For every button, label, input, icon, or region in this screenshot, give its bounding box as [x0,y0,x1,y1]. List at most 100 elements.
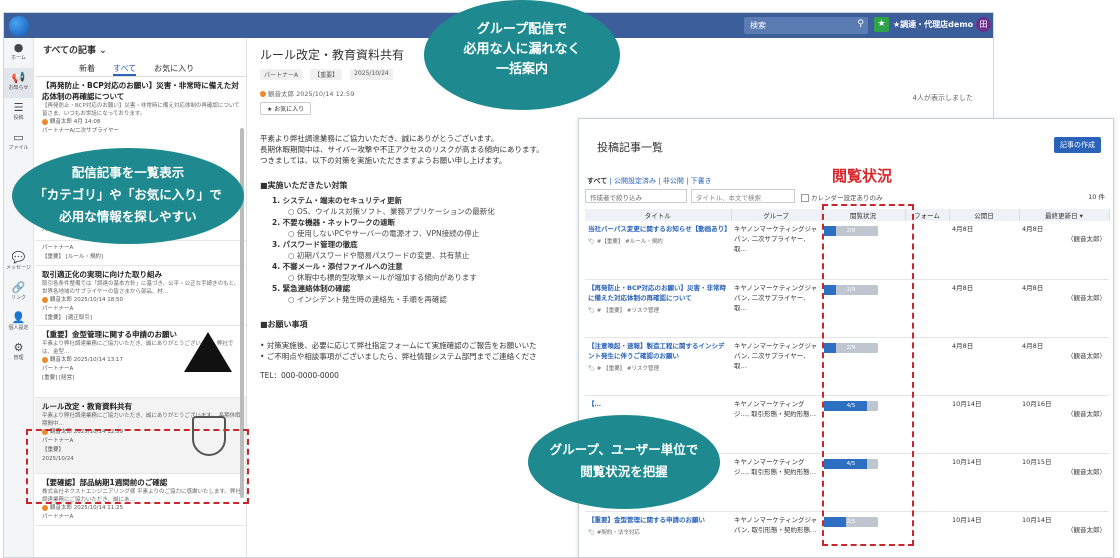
sidebar-label: リンク [10,295,26,301]
bubble-list-display: 配信記事を一覧表示 「カテゴリ」や「お気に入り」で 必用な情報を探しやすい [12,148,244,244]
magnifier-icon[interactable]: ⚲ [857,19,864,29]
article-item-group: パートナーA/二次サプライヤー [42,128,119,134]
sidebar-item[interactable]: ▭ ファイル [4,128,33,158]
filter-private[interactable]: 非公開 [663,177,684,185]
highlight-selected-article [26,429,249,504]
highlight-view-status [822,204,914,546]
article-item-author: 観音太郎 4月 14:08 [42,118,241,127]
article-item-tags: [重要] [経営] [42,375,75,381]
list-item[interactable]: 【重要】金型管理に関する申請のお願い 平素より弊社調達業務にご協力いただき、誠にあ… [35,326,246,398]
bubble-view-status: グループ、ユーザー単位で 閲覧状況を把握 [528,415,720,509]
article-item-excerpt: 【再発防止・BCP対応のお願い】災害・非常時に備え対応体制の再確認について 皆さ… [42,103,240,117]
sidebar-item[interactable]: 🔗 リンク [4,278,33,308]
article-item-author: 観音太郎 2025/10/14 18:50 [42,296,241,305]
post-title-cell[interactable]: 当社バーパス変更に関するお知らせ【動画あり】 🏷 #【重要】 #ルール・規約 [585,221,731,280]
sidebar-item[interactable]: 📢 お知らせ [4,68,33,98]
tab-all[interactable]: すべて [113,61,137,76]
favorite-button[interactable]: ★ お気に入り [260,102,312,115]
author-avatar-icon [42,118,48,125]
list-item[interactable]: パートナーA 【重要】 [ルール・規約] [35,241,246,266]
list-header[interactable]: すべての記事 ⌄ [35,38,246,61]
sidebar-icon: ● [13,41,24,54]
tab-new[interactable]: 新着 [79,61,95,76]
sidebar-icon: ☰ [13,101,24,114]
article-item-tags: 【重要】 [ルール・規約] [42,254,104,260]
app-logo-icon[interactable] [9,16,29,36]
date-chip: 2025/10/24 [350,69,393,80]
updated-date-cell: 10月15日 （観音太郎） [1019,453,1109,512]
group-cell: キヤノンマーケティングジャパン, 取引形態・契約形態… [731,511,821,557]
publish-date-cell: 10月14日 [949,511,1019,557]
sidebar-icon: 📢 [11,71,26,84]
post-title-cell[interactable]: 【再発防止・BCP対応のお願い】災害・非常時に備えた対応体制の再確認について 🏷 … [585,279,731,338]
create-article-button[interactable]: 記事の作成 [1054,137,1101,153]
article-item-excerpt: 取引各条件整備では「調達の基本方針」に基づき、公平・公正な手続きのもと、世界各地… [42,281,240,295]
group-cell: キヤノンマーケティングジ…, 取引形態・契約形態… [731,453,821,512]
sidebar-label: ホーム [11,55,26,61]
sidebar-icon: 💬 [11,251,26,264]
result-count: 10 件 [1088,193,1105,201]
view-status-annotation: 閲覧状況 [832,167,893,185]
author-avatar-icon [260,91,266,97]
sidebar-icon: ▭ [13,131,24,144]
article-item-group: パートナーA [42,514,74,520]
filter-published[interactable]: 公開設定済み [614,177,656,185]
sidebar-item[interactable]: ☰ 投稿 [4,98,33,128]
column-header[interactable]: 最終更新日 ▾ [1019,209,1110,221]
article-item-tags: 【重要】 [適正取引] [42,315,93,321]
sidebar-label: 投稿 [13,115,24,121]
sidebar-label: お知らせ [8,85,29,91]
author-avatar-icon [42,504,48,511]
viewer-count[interactable]: 4人が表示しました [913,93,973,103]
panel-title: 投稿記事一覧 [597,141,663,154]
column-header[interactable]: グループ [731,209,822,221]
warning-icon [184,332,232,372]
article-item-title: 取引適正化の実現に向けた取り組み [42,270,162,279]
sidebar-label: メッセージ [6,265,31,271]
updated-date-cell: 10月16日 （観音太郎） [1019,395,1109,454]
tag-chip[interactable]: 【重要】 [310,69,343,80]
updated-date-cell: 4月8日 （観音太郎） [1019,337,1109,396]
author-filter-select[interactable]: 作成者で絞り込み [585,189,687,203]
column-header[interactable]: タイトル [585,209,732,221]
avatar[interactable]: 田 [976,17,991,32]
list-item[interactable]: 取引適正化の実現に向けた取り組み取引各条件整備では「調達の基本方針」に基づき、公… [35,266,246,326]
sidebar-label: ファイル [8,145,29,151]
filter-draft[interactable]: 下書き [691,177,712,185]
updated-date-cell: 4月8日 （観音太郎） [1019,221,1109,280]
group-cell: キヤノンマーケティングジ…, 取引形態・契約形態… [731,395,821,454]
sidebar-item[interactable]: ⚙ 管理 [4,338,33,368]
tab-favorites[interactable]: お気に入り [154,61,194,76]
star-icon[interactable]: ★ [874,17,889,32]
status-filters: すべて | 公開設定済み | 非公開 | 下書き [587,177,712,185]
group-cell: キヤノンマーケティングジャパン, 二次サプライヤー, 取… [731,337,821,396]
publish-date-cell: 10月14日 [949,395,1019,454]
publish-date-cell: 10月14日 [949,453,1019,512]
filter-all[interactable]: すべて [587,177,607,185]
post-title-cell[interactable]: 【重要】金型管理に関する申請のお願い 🏷 #契約・法令対応 [585,511,731,557]
sidebar-label: 管理 [13,355,24,361]
sidebar-item[interactable]: ● ホーム [4,38,33,68]
article-author: 観音太郎 2025/10/14 12:59 [260,88,981,98]
sidebar-item[interactable]: 👤 個人設定 [4,308,33,338]
checkbox-icon[interactable] [801,194,809,202]
sidebar-label: 個人設定 [8,325,29,331]
group-cell: キヤノンマーケティングジャパン, 二次サプライヤー, 取… [731,279,821,338]
column-header[interactable]: 公開日 [949,209,1020,221]
bubble-group-delivery: グループ配信で 必用な人に漏れなく 一括案内 [424,0,620,110]
calendar-checkbox[interactable]: カレンダー設定ありのみ [801,192,883,202]
updated-date-cell: 4月8日 （観音太郎） [1019,279,1109,338]
panel-search-input[interactable]: タイトル、本文で検索 [691,189,795,203]
article-item-author: 観音太郎 2025/10/14 11:25 [42,504,241,513]
sidebar-icon: 👤 [11,311,26,324]
sidebar-item[interactable]: 💬 メッセージ [4,248,33,278]
article-item-title: ルール改定・教育資料共有 [42,402,132,411]
article-title: ルール改定・教育資料共有 [260,48,405,62]
list-tabs: 新着 すべて お気に入り [35,61,246,77]
post-title-cell[interactable]: 【注意喚起・速報】製造工程に関するインシデント発生に伴うご確認のお願い 🏷 # 【… [585,337,731,396]
partner-chip[interactable]: パートナーA [260,69,303,80]
global-search-input[interactable]: 検索 ⚲ [744,17,868,34]
user-name[interactable]: ★調達・代理店demo [893,19,973,30]
publish-date-cell: 4月8日 [949,279,1019,338]
article-item-group: パートナーA [42,245,74,251]
